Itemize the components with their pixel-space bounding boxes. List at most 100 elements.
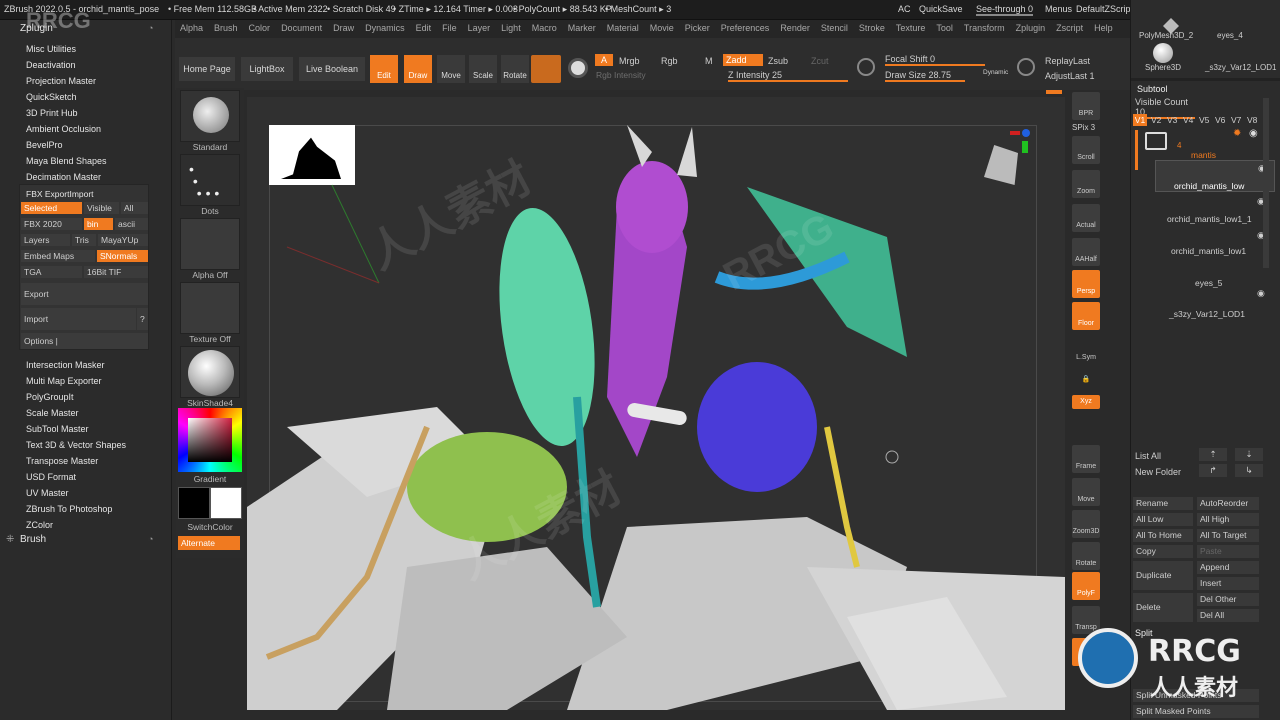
fbx-all-button[interactable]: All	[121, 202, 148, 214]
plugin-projection-master[interactable]: Projection Master	[26, 76, 96, 86]
menu-brush[interactable]: Brush	[214, 20, 238, 33]
fbx-version-button[interactable]: FBX 2020	[21, 218, 82, 230]
bpr-button[interactable]: BPR	[1072, 92, 1100, 120]
version-v7[interactable]: V7	[1231, 115, 1241, 125]
arrow-up-right-icon[interactable]: ↱	[1199, 464, 1227, 477]
plugin-subtool-master[interactable]: SubTool Master	[26, 424, 89, 434]
plugin-multi-map-exporter[interactable]: Multi Map Exporter	[26, 376, 102, 386]
menu-preferences[interactable]: Preferences	[721, 20, 770, 33]
menu-picker[interactable]: Picker	[685, 20, 710, 33]
menu-texture[interactable]: Texture	[896, 20, 926, 33]
alpha-thumb[interactable]	[180, 218, 240, 270]
texture-thumb[interactable]	[180, 282, 240, 334]
plugin-zcolor[interactable]: ZColor	[26, 520, 53, 530]
copy-button[interactable]: Copy	[1133, 545, 1193, 558]
menu-zscript[interactable]: Zscript	[1056, 20, 1083, 33]
menu-stencil[interactable]: Stencil	[821, 20, 848, 33]
menu-macro[interactable]: Macro	[532, 20, 557, 33]
lightbox-button[interactable]: LightBox	[241, 57, 293, 81]
subtool-folder-mantis[interactable]: mantis	[1191, 150, 1216, 160]
new-folder-button[interactable]: New Folder	[1135, 467, 1181, 477]
version-v5[interactable]: V5	[1199, 115, 1209, 125]
scale-mode-button[interactable]: Scale	[469, 55, 497, 83]
draw-size-slider[interactable]: Draw Size 28.75	[885, 70, 965, 82]
subtool-scrollbar[interactable]	[1263, 98, 1269, 268]
move-up-icon[interactable]: ⇡	[1199, 448, 1227, 461]
frame-button[interactable]: Frame	[1072, 445, 1100, 473]
subtool-item[interactable]: orchid_mantis_low1 ◉	[1155, 228, 1275, 260]
rgb-intensity-slider[interactable]: Rgb Intensity	[596, 70, 646, 80]
plugin-transpose-master[interactable]: Transpose Master	[26, 456, 98, 466]
mrgb-button[interactable]: Mrgb	[619, 56, 640, 66]
menu-alpha[interactable]: Alpha	[180, 20, 203, 33]
paste-button[interactable]: Paste	[1197, 545, 1259, 558]
version-v6[interactable]: V6	[1215, 115, 1225, 125]
fbx-layers-button[interactable]: Layers	[21, 234, 70, 246]
fbx-ascii-button[interactable]: ascii	[115, 218, 148, 230]
sphere3d-icon[interactable]	[1153, 43, 1173, 63]
standard-brush-thumb[interactable]	[180, 90, 240, 142]
alternate-button[interactable]: Alternate	[178, 536, 240, 550]
draw-mode-button[interactable]: Draw	[404, 55, 432, 83]
subtool-item[interactable]: orchid_mantis_low1_1 ◉	[1155, 194, 1275, 226]
fbx-bin-button[interactable]: bin	[84, 218, 113, 230]
fbx-mayayup-button[interactable]: MayaYUp	[98, 234, 148, 246]
menu-document[interactable]: Document	[281, 20, 322, 33]
material-thumb[interactable]	[180, 346, 240, 398]
split-masked-button[interactable]: Split Masked Points	[1133, 705, 1259, 718]
version-v3[interactable]: V3	[1167, 115, 1177, 125]
folder-icon[interactable]	[1145, 132, 1167, 150]
version-v2[interactable]: V2	[1151, 115, 1161, 125]
plugin-ambient-occlusion[interactable]: Ambient Occlusion	[26, 124, 101, 134]
color-picker[interactable]	[178, 408, 242, 472]
menu-marker[interactable]: Marker	[568, 20, 596, 33]
spix-label[interactable]: SPix 3	[1072, 123, 1095, 132]
del-other-button[interactable]: Del Other	[1197, 593, 1259, 606]
version-v4[interactable]: V4	[1183, 115, 1193, 125]
main-color-swatch[interactable]	[178, 487, 210, 519]
all-to-home-button[interactable]: All To Home	[1133, 529, 1193, 542]
plugin-decimation-master[interactable]: Decimation Master	[26, 172, 101, 182]
orientation-gizmo-icon[interactable]	[982, 127, 1032, 187]
secondary-color-swatch[interactable]	[210, 487, 242, 519]
menu-tool[interactable]: Tool	[936, 20, 953, 33]
menu-stroke[interactable]: Stroke	[859, 20, 885, 33]
menu-color[interactable]: Color	[249, 20, 271, 33]
plugin-3d-print-hub[interactable]: 3D Print Hub	[26, 108, 78, 118]
dots-stroke-thumb[interactable]: • • • • •	[180, 154, 240, 206]
material-swatch-icon[interactable]	[531, 55, 561, 83]
a-button[interactable]: A	[595, 54, 613, 66]
menu-material[interactable]: Material	[607, 20, 639, 33]
zsub-button[interactable]: Zsub	[768, 56, 788, 66]
z-intensity-slider[interactable]: Z Intensity 25	[728, 70, 848, 82]
m-button[interactable]: M	[705, 56, 713, 66]
fbx-options-button[interactable]: Options |	[21, 333, 148, 349]
zoom3d-button[interactable]: Zoom3D	[1072, 510, 1100, 538]
default-zscript-button[interactable]: DefaultZScript	[1076, 4, 1133, 14]
folder-settings-icon[interactable]: ✹	[1233, 128, 1241, 139]
scroll-button[interactable]: Scroll	[1072, 136, 1100, 164]
menu-zplugin[interactable]: Zplugin	[1016, 20, 1046, 33]
subtool-header[interactable]: Subtool	[1137, 84, 1168, 94]
quicksave-button[interactable]: QuickSave	[919, 4, 963, 14]
local-symmetry-button[interactable]: L.Sym	[1072, 336, 1100, 364]
stroke-icon[interactable]	[857, 58, 875, 76]
rename-button[interactable]: Rename	[1133, 497, 1193, 510]
menu-help[interactable]: Help	[1094, 20, 1113, 33]
fbx-import-help-button[interactable]: ?	[137, 308, 148, 330]
plugin-zbrush-to-photoshop[interactable]: ZBrush To Photoshop	[26, 504, 112, 514]
menu-render[interactable]: Render	[780, 20, 810, 33]
menu-dynamics[interactable]: Dynamics	[365, 20, 405, 33]
fbx-visible-button[interactable]: Visible	[84, 202, 119, 214]
fbx-tga-button[interactable]: TGA	[21, 266, 82, 278]
version-v1[interactable]: V1	[1133, 114, 1147, 126]
viewport-canvas[interactable]	[247, 97, 1065, 710]
actual-button[interactable]: Actual	[1072, 204, 1100, 232]
brush-header[interactable]: Brush	[20, 534, 46, 545]
append-button[interactable]: Append	[1197, 561, 1259, 574]
list-all-button[interactable]: List All	[1135, 451, 1161, 461]
zoom-button[interactable]: Zoom	[1072, 170, 1100, 198]
adjust-last-button[interactable]: AdjustLast 1	[1045, 71, 1095, 81]
fbx-snormals-button[interactable]: SNormals	[97, 250, 148, 262]
plugin-polygroupit[interactable]: PolyGroupIt	[26, 392, 74, 402]
